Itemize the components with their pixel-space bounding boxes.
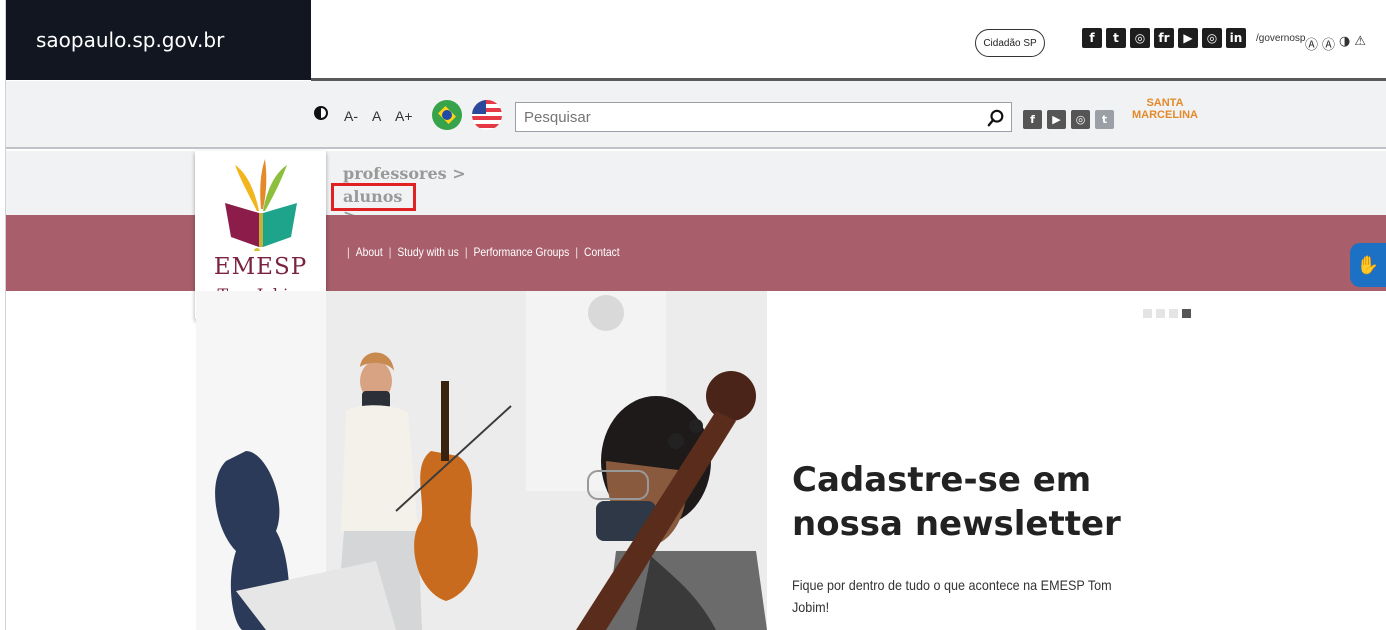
- slider-dot-active[interactable]: [1182, 309, 1191, 318]
- gov-brand-block[interactable]: saopaulo.sp.gov.br: [6, 0, 311, 80]
- partner-logo-line2: MARCELINA: [1132, 109, 1198, 121]
- slider-dot[interactable]: [1143, 309, 1152, 318]
- partner-logo-subtitle: [1125, 121, 1205, 133]
- instagram-icon[interactable]: ◎: [1130, 28, 1150, 48]
- main-nav: | About | Study with us | Performance Gr…: [341, 245, 620, 259]
- social-handle: /governosp: [1256, 32, 1306, 44]
- site-social-links: f ▶ ◎ t: [1023, 110, 1114, 129]
- nav-item-contact[interactable]: Contact: [584, 245, 620, 259]
- warning-icon[interactable]: ⚠: [1354, 34, 1366, 53]
- twitter-icon[interactable]: t: [1106, 28, 1126, 48]
- search-box: [515, 102, 1012, 132]
- nav-item-about[interactable]: About: [356, 245, 383, 259]
- accessibility-tools: Ⓐ Ⓐ ◑ ⚠: [1305, 34, 1366, 53]
- font-decrease-button[interactable]: A-: [344, 108, 358, 124]
- sign-language-icon[interactable]: ✋: [1350, 243, 1386, 287]
- font-normal-button[interactable]: A: [372, 108, 381, 124]
- partner-logo-line1: SANTA: [1146, 97, 1184, 109]
- accessibility-icon[interactable]: Ⓐ: [1322, 34, 1335, 53]
- book-flower-icon: [225, 159, 297, 251]
- slider-indicators: [1143, 309, 1191, 318]
- nav-separator: |: [347, 245, 350, 259]
- vlibras-glyph: ✋: [1356, 254, 1380, 275]
- contrast-icon[interactable]: ◑: [1339, 34, 1350, 53]
- breadcrumb-alunos-link[interactable]: alunos >: [331, 183, 416, 225]
- gov-brand-link[interactable]: saopaulo.sp.gov.br: [36, 28, 224, 52]
- nav-item-study-with-us[interactable]: Study with us: [397, 245, 458, 259]
- youtube-icon[interactable]: ▶: [1178, 28, 1198, 48]
- breadcrumb-professores-link[interactable]: professores >: [343, 164, 466, 183]
- slider-dot[interactable]: [1169, 309, 1178, 318]
- newsletter-description: Fique por dentro de tudo o que acontece …: [792, 577, 1112, 615]
- nav-item-performance-groups[interactable]: Performance Groups: [474, 245, 570, 259]
- nav-separator: |: [464, 245, 468, 259]
- search-icon[interactable]: [987, 109, 1005, 127]
- youtube-icon[interactable]: ▶: [1047, 110, 1066, 129]
- nav-separator: |: [388, 245, 392, 259]
- cidadao-sp-button[interactable]: Cidadão SP: [975, 29, 1045, 57]
- hero-photo-illustration: [196, 291, 767, 630]
- search-input[interactable]: [516, 103, 976, 131]
- hero-photo: [196, 291, 767, 630]
- santa-marcelina-logo[interactable]: SANTA MARCELINA: [1125, 97, 1205, 135]
- instagram-icon[interactable]: ◎: [1071, 110, 1090, 129]
- facebook-icon[interactable]: f: [1023, 110, 1042, 129]
- logo-wordmark: EMESP: [213, 254, 308, 280]
- gov-social-links: f t ◎ fr ▶ ◎ in /governosp: [1082, 28, 1305, 48]
- font-increase-button[interactable]: A+: [395, 108, 413, 124]
- flickr-icon[interactable]: fr: [1154, 28, 1174, 48]
- instagram-icon[interactable]: ◎: [1202, 28, 1222, 48]
- twitter-icon[interactable]: t: [1095, 110, 1114, 129]
- brazil-flag-icon[interactable]: [432, 100, 462, 130]
- facebook-icon[interactable]: f: [1082, 28, 1102, 48]
- newsletter-title: Cadastre-se em nossa newsletter: [792, 460, 1121, 544]
- nav-separator: |: [575, 245, 579, 259]
- contrast-icon[interactable]: [314, 106, 328, 120]
- usa-flag-icon[interactable]: [472, 100, 502, 130]
- linkedin-icon[interactable]: in: [1226, 28, 1246, 48]
- slider-dot[interactable]: [1156, 309, 1165, 318]
- accessibility-icon[interactable]: Ⓐ: [1305, 34, 1318, 53]
